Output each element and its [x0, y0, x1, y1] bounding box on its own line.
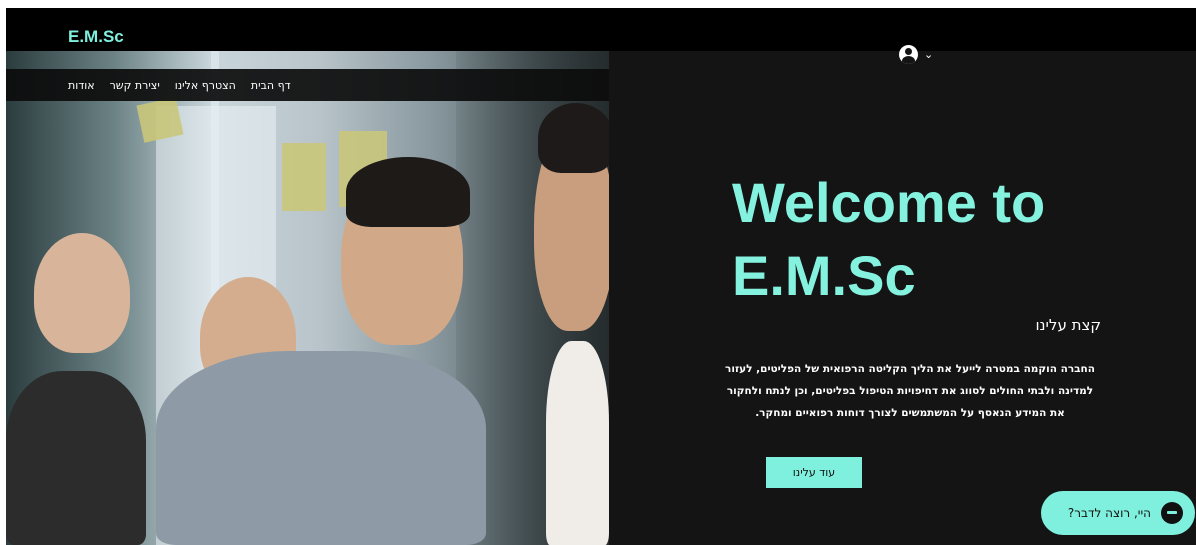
person-left-head — [34, 233, 130, 353]
chevron-down-icon[interactable]: ⌄ — [924, 48, 933, 61]
sticky-note — [282, 143, 326, 211]
nav-item-home[interactable]: דף הבית — [251, 79, 291, 92]
sticky-note — [136, 97, 184, 143]
about-heading: קצת עלינו — [1035, 316, 1101, 334]
person-left-body — [6, 371, 146, 545]
site-logo[interactable]: E.M.Sc — [68, 27, 124, 47]
person-right-hair — [538, 103, 609, 173]
top-bar: E.M.Sc — [6, 8, 1196, 51]
page-frame: E.M.Sc אודות יצירת קשר הצטרף אלינו דף הב… — [6, 8, 1196, 545]
hero-image — [6, 51, 609, 545]
nav-item-contact[interactable]: יצירת קשר — [110, 79, 160, 92]
nav-bar: אודות יצירת קשר הצטרף אלינו דף הבית — [6, 69, 609, 101]
about-text: החברה הוקמה במטרה לייעל את הליך הקליטה ה… — [725, 363, 1095, 419]
chat-widget-button[interactable]: היי, רוצה לדבר? — [1041, 491, 1195, 535]
user-avatar-icon[interactable] — [899, 45, 918, 64]
chat-label: היי, רוצה לדבר? — [1067, 506, 1151, 520]
nav-item-join[interactable]: הצטרף אלינו — [175, 79, 236, 92]
person-center-body — [156, 351, 486, 545]
nav-item-about[interactable]: אודות — [68, 79, 95, 92]
person-right-body — [546, 341, 609, 545]
person-center-hair — [346, 157, 470, 227]
chat-bubble-icon — [1161, 502, 1183, 524]
hero-title: Welcome to E.M.Sc — [732, 171, 1046, 307]
nav-links: אודות יצירת קשר הצטרף אלינו דף הבית — [68, 79, 291, 92]
more-about-button[interactable]: עוד עלינו — [766, 457, 862, 488]
account-menu[interactable]: ⌄ — [899, 45, 933, 64]
